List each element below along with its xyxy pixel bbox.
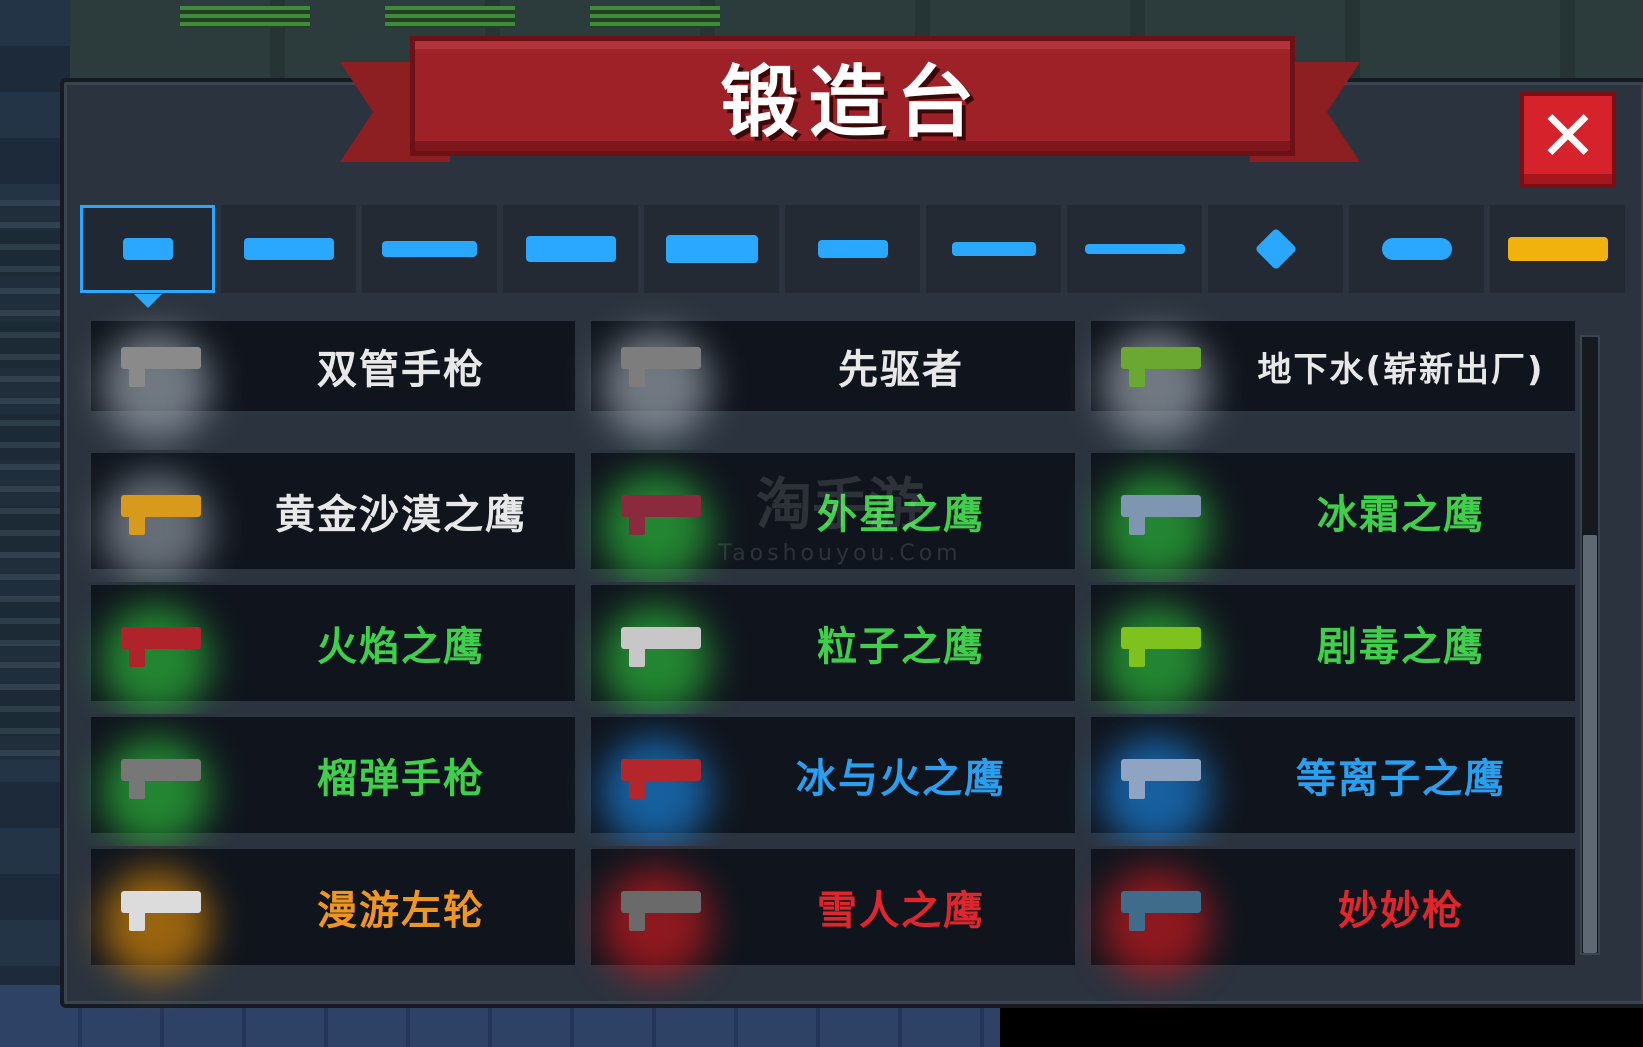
- rarity-glow: [601, 737, 711, 847]
- weapon-icon: [621, 495, 701, 535]
- rarity-glow: [101, 473, 211, 583]
- weapon-name: 粒子之鹰: [817, 624, 985, 670]
- weapon-item[interactable]: 冰与火之鹰: [588, 714, 1078, 847]
- weapon-icon: [1121, 759, 1201, 799]
- weapon-icon: [1121, 495, 1201, 535]
- tab-bow[interactable]: [785, 205, 920, 293]
- vent-decoration: [385, 6, 515, 28]
- title-ribbon: 锻造台: [410, 36, 1295, 156]
- special-gun-icon: [665, 235, 758, 263]
- tab-special-gun[interactable]: [644, 205, 779, 293]
- weapon-name: 火焰之鹰: [317, 624, 485, 670]
- weapon-icon: [1121, 627, 1201, 667]
- weapon-name: 雪人之鹰: [817, 888, 985, 934]
- weapon-icon: [621, 347, 701, 387]
- rarity-glow: [1101, 869, 1211, 979]
- weapon-category-tabs: [80, 205, 1635, 308]
- weapon-icon: [621, 891, 701, 931]
- weapon-item[interactable]: 冰霜之鹰: [1088, 450, 1578, 583]
- launcher-icon: [525, 236, 616, 262]
- bow-icon: [817, 240, 888, 258]
- weapon-icon: [1121, 891, 1201, 931]
- sniper-icon: [382, 241, 477, 257]
- weapon-item[interactable]: 妙妙枪: [1088, 846, 1578, 979]
- tab-rifle[interactable]: [221, 205, 356, 293]
- vent-decoration: [590, 6, 720, 28]
- weapon-icon: [621, 627, 701, 667]
- rarity-glow: [1101, 605, 1211, 715]
- crown-icon: [1507, 237, 1608, 261]
- pistol-icon: [122, 238, 173, 260]
- weapon-name: 地下水(崭新出厂): [1257, 349, 1545, 390]
- rarity-glow: [601, 869, 711, 979]
- tab-fish[interactable]: [1349, 205, 1484, 293]
- weapon-item[interactable]: 黄金沙漠之鹰: [88, 450, 578, 583]
- weapon-item[interactable]: 剧毒之鹰: [1088, 582, 1578, 715]
- weapon-name: 榴弹手枪: [317, 756, 485, 802]
- tab-sniper[interactable]: [362, 205, 497, 293]
- weapon-name: 剧毒之鹰: [1317, 624, 1485, 670]
- watermark-sub: Taoshouyou.Com: [718, 541, 962, 566]
- rarity-glow: [101, 737, 211, 847]
- tab-sword[interactable]: [926, 205, 1061, 293]
- tab-crown[interactable]: [1490, 205, 1625, 293]
- rarity-glow: [601, 605, 711, 715]
- close-button[interactable]: ✕: [1520, 92, 1616, 188]
- weapon-name: 冰霜之鹰: [1317, 492, 1485, 538]
- weapon-item[interactable]: 雪人之鹰: [588, 846, 1078, 979]
- weapon-icon: [121, 891, 201, 931]
- tab-shuriken[interactable]: [1208, 205, 1343, 293]
- rarity-glow: [1101, 737, 1211, 847]
- tab-pistol[interactable]: [80, 205, 215, 308]
- tab-spear[interactable]: [1067, 205, 1202, 293]
- shuriken-icon: [1254, 227, 1297, 271]
- weapon-item[interactable]: 地下水(崭新出厂): [1088, 318, 1578, 441]
- weapon-icon: [621, 759, 701, 799]
- watermark: 淘手游 Taoshouyou.Com: [690, 460, 990, 566]
- weapon-name: 黄金沙漠之鹰: [275, 492, 527, 538]
- rarity-glow: [101, 869, 211, 979]
- weapon-name: 先驱者: [838, 347, 964, 393]
- weapon-icon: [121, 759, 201, 799]
- weapon-name: 漫游左轮: [317, 888, 485, 934]
- weapon-icon: [121, 627, 201, 667]
- weapon-name: 妙妙枪: [1338, 888, 1464, 934]
- rarity-glow: [101, 605, 211, 715]
- page-title: 锻造台: [720, 58, 985, 148]
- weapon-name: 等离子之鹰: [1296, 756, 1506, 802]
- close-icon: ✕: [1538, 95, 1598, 177]
- weapon-item[interactable]: 火焰之鹰: [88, 582, 578, 715]
- weapon-name: 双管手枪: [317, 347, 485, 393]
- weapon-item[interactable]: 粒子之鹰: [588, 582, 1078, 715]
- spear-icon: [1084, 244, 1185, 254]
- weapon-item[interactable]: 漫游左轮: [88, 846, 578, 979]
- sword-icon: [951, 242, 1036, 256]
- scrollbar-thumb[interactable]: [1583, 535, 1597, 953]
- weapon-item[interactable]: 榴弹手枪: [88, 714, 578, 847]
- tab-launcher[interactable]: [503, 205, 638, 293]
- vent-decoration: [180, 6, 310, 28]
- weapon-icon: [121, 347, 201, 387]
- weapon-name: 冰与火之鹰: [796, 756, 1006, 802]
- weapon-icon: [121, 495, 201, 535]
- rarity-glow: [1101, 473, 1211, 583]
- weapon-item[interactable]: 先驱者: [588, 318, 1078, 441]
- fish-icon: [1381, 238, 1452, 260]
- weapon-icon: [1121, 347, 1201, 387]
- watermark-main: 淘手游: [756, 473, 924, 538]
- weapon-item[interactable]: 双管手枪: [88, 318, 578, 441]
- weapon-item[interactable]: 等离子之鹰: [1088, 714, 1578, 847]
- weapon-grid: 双管手枪 先驱者 地下水(崭新出厂) 黄金沙漠之鹰 外星之鹰 冰霜之鹰 火焰之鹰 粒子之鹰 剧毒…: [88, 318, 1578, 979]
- rifle-icon: [243, 238, 334, 260]
- background-shadow: [1000, 1005, 1643, 1047]
